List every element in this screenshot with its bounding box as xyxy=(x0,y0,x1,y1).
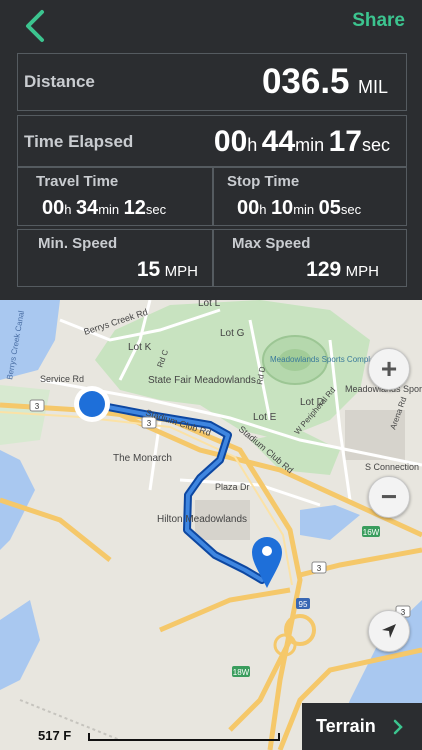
time-elapsed-seconds-unit: sec xyxy=(361,135,390,155)
max-speed-unit: MPH xyxy=(345,263,379,280)
map-scale-text: 517 F xyxy=(38,728,72,743)
navigation-arrow-icon xyxy=(382,624,396,638)
map-label-s-connection: S Connection Rd xyxy=(365,462,422,472)
map-label-hilton: Hilton Meadowlands xyxy=(157,514,247,525)
chevron-right-icon xyxy=(393,719,403,734)
travel-time-minutes-unit: min xyxy=(98,202,120,217)
time-elapsed-label: Time Elapsed xyxy=(24,132,134,151)
terrain-label: Terrain xyxy=(316,716,376,736)
stop-time-seconds-unit: sec xyxy=(340,202,362,217)
travel-time-minutes: 34 xyxy=(75,197,99,219)
map-scale-bar xyxy=(88,733,280,741)
max-speed-value: 129 xyxy=(306,258,342,281)
map-label-plaza-dr: Plaza Dr xyxy=(215,482,250,492)
route-map[interactable]: 3 3 3 3 16W 18W 95 Lot L Lot G Lot K Lot… xyxy=(0,300,422,750)
distance-card: Distance 036.5 MIL xyxy=(17,53,407,111)
map-label-lot-k: Lot K xyxy=(128,342,152,353)
distance-unit: MIL xyxy=(357,77,388,97)
route-3-badge-c: 3 xyxy=(317,564,322,573)
time-elapsed-minutes: 44 xyxy=(261,125,296,158)
min-speed-value: 15 xyxy=(136,258,161,281)
time-elapsed-hours: 00 xyxy=(213,125,248,158)
min-speed-card: Min. Speed 15 MPH xyxy=(17,229,213,287)
travel-time-seconds: 12 xyxy=(123,197,146,219)
zoom-in-button[interactable]: + xyxy=(368,348,410,390)
map-canvas[interactable]: 3 3 3 3 16W 18W 95 Lot L Lot G Lot K Lot… xyxy=(0,300,422,750)
travel-time-hours-unit: h xyxy=(64,202,72,217)
travel-time-label: Travel Time xyxy=(36,173,119,190)
stop-time-seconds: 05 xyxy=(318,197,341,219)
map-label-lot-e: Lot E xyxy=(253,412,277,423)
stop-time-minutes-unit: min xyxy=(293,202,315,217)
stop-time-card: Stop Time 00h 10min 05sec xyxy=(213,167,407,226)
share-button[interactable]: Share xyxy=(352,10,405,32)
map-label-meadowlands-sports: Meadowlands Sports Complex xyxy=(270,355,379,364)
travel-time-card: Travel Time 00h 34min 12sec xyxy=(17,167,213,226)
route-3-badge-a: 3 xyxy=(35,402,40,411)
distance-label: Distance xyxy=(24,72,95,91)
route-16w-badge: 16W xyxy=(363,528,380,537)
min-speed-unit: MPH xyxy=(164,263,198,280)
stop-time-label: Stop Time xyxy=(227,173,300,190)
terrain-button[interactable]: Terrain xyxy=(302,703,422,750)
stats-panel: Share Distance 036.5 MIL Time Elapsed 00… xyxy=(0,0,422,300)
map-label-the-monarch: The Monarch xyxy=(113,453,172,464)
map-label-state-fair: State Fair Meadowlands xyxy=(148,375,256,386)
min-speed-label: Min. Speed xyxy=(38,235,118,252)
travel-time-seconds-unit: sec xyxy=(145,202,167,217)
time-elapsed-hours-unit: h xyxy=(247,135,258,155)
map-scale: 517 F xyxy=(38,728,71,743)
zoom-out-button[interactable]: − xyxy=(368,476,410,518)
stop-time-minutes: 10 xyxy=(270,197,294,219)
time-elapsed-card: Time Elapsed 00h 44min 17sec xyxy=(17,115,407,167)
stop-time-hours-unit: h xyxy=(259,202,267,217)
map-label-lot-g: Lot G xyxy=(220,328,245,339)
max-speed-card: Max Speed 129 MPH xyxy=(213,229,407,287)
route-start-marker[interactable] xyxy=(74,386,110,422)
distance-value: 036.5 xyxy=(261,62,350,101)
route-3-badge-b: 3 xyxy=(147,419,152,428)
travel-time-hours: 00 xyxy=(42,197,65,219)
map-label-lot-l: Lot L xyxy=(198,300,221,309)
max-speed-label: Max Speed xyxy=(232,235,311,252)
time-elapsed-minutes-unit: min xyxy=(295,135,325,155)
back-chevron-icon[interactable] xyxy=(22,8,48,44)
route-18w-badge: 18W xyxy=(233,668,250,677)
navigation-arrow-button[interactable] xyxy=(368,610,410,652)
map-label-service-rd: Service Rd xyxy=(40,374,84,384)
stop-time-hours: 00 xyxy=(237,197,260,219)
route-95-badge: 95 xyxy=(299,600,308,609)
time-elapsed-seconds: 17 xyxy=(328,125,362,158)
